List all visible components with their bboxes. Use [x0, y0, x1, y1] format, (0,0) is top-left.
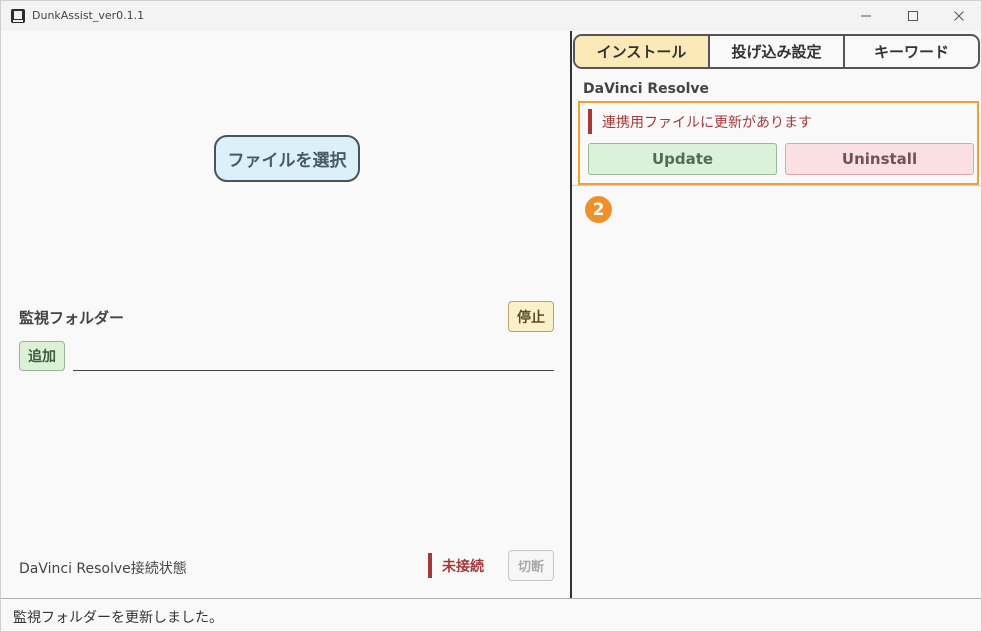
app-icon: [11, 9, 25, 23]
section-divider: [572, 185, 981, 186]
app-window: DunkAssist_ver0.1.1 ファイルを選択 監視フォルダー 停止 追…: [0, 0, 982, 632]
connection-label: DaVinci Resolve接続状態: [19, 561, 187, 577]
tab-keywords[interactable]: キーワード: [845, 36, 978, 67]
tab-install[interactable]: インストール: [575, 36, 710, 67]
close-icon: [954, 11, 964, 21]
maximize-button[interactable]: [893, 1, 933, 31]
title-bar[interactable]: DunkAssist_ver0.1.1: [1, 1, 981, 31]
section-title: DaVinci Resolve: [583, 81, 710, 97]
update-notice: 連携用ファイルに更新があります: [588, 109, 812, 134]
watch-folder-input[interactable]: [73, 345, 554, 371]
add-folder-button[interactable]: 追加: [19, 341, 65, 371]
minimize-icon: [861, 15, 871, 17]
right-panel: インストール 投げ込み設定 キーワード DaVinci Resolve 連携用フ…: [572, 31, 981, 598]
watch-folder-label: 監視フォルダー: [19, 309, 125, 327]
window-title: DunkAssist_ver0.1.1: [32, 9, 145, 22]
maximize-icon: [908, 11, 918, 21]
close-button[interactable]: [939, 1, 979, 31]
left-panel: ファイルを選択 監視フォルダー 停止 追加 DaVinci Resolve接続状…: [1, 31, 570, 598]
tab-bar: インストール 投げ込み設定 キーワード: [573, 34, 980, 69]
step-marker-badge: 2: [585, 196, 612, 223]
status-bar: 監視フォルダーを更新しました。: [1, 598, 981, 631]
select-file-button[interactable]: ファイルを選択: [214, 135, 360, 182]
minimize-button[interactable]: [846, 1, 886, 31]
uninstall-button[interactable]: Uninstall: [785, 143, 974, 175]
connection-status-badge: 未接続: [428, 553, 484, 578]
tab-drop-settings[interactable]: 投げ込み設定: [710, 36, 845, 67]
stop-button[interactable]: 停止: [508, 301, 554, 332]
status-message: 監視フォルダーを更新しました。: [13, 610, 223, 626]
update-button[interactable]: Update: [588, 143, 777, 175]
disconnect-button[interactable]: 切断: [508, 550, 554, 581]
